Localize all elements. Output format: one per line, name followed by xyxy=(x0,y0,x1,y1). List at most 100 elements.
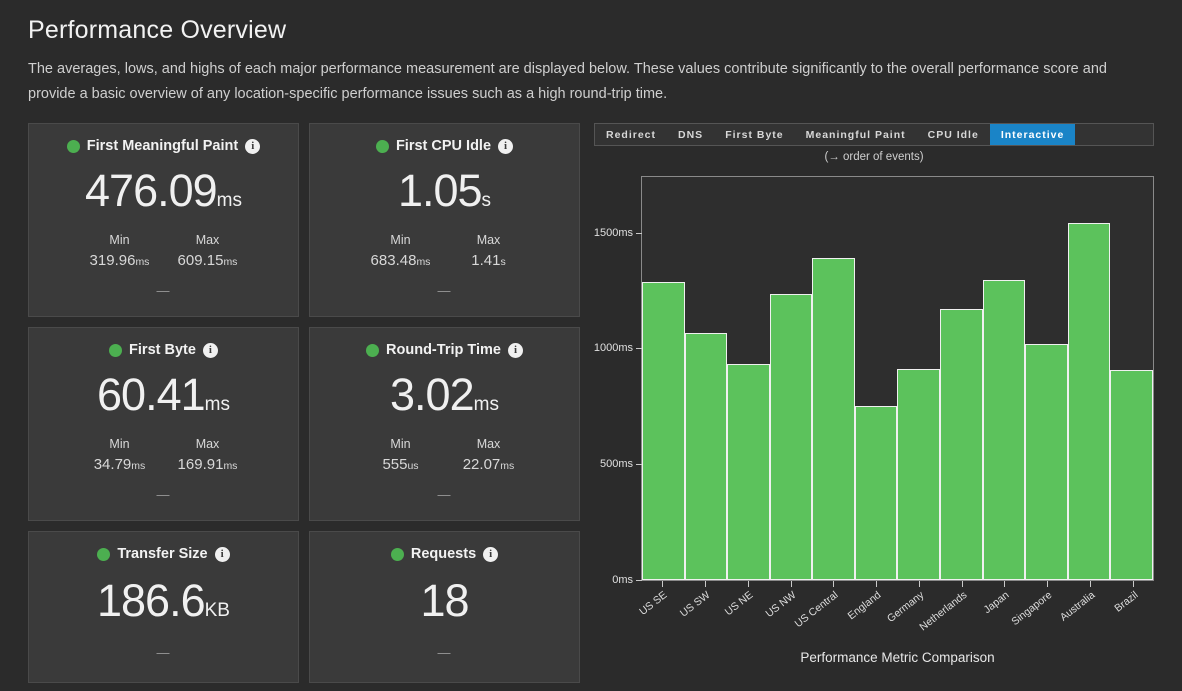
performance-overview-page: Performance Overview The averages, lows,… xyxy=(0,0,1182,683)
metric-card-header: First Byte i xyxy=(39,342,288,358)
info-icon[interactable]: i xyxy=(202,342,218,358)
metric-max-label: Max xyxy=(476,437,501,451)
x-axis-label-text: US SE xyxy=(637,589,670,618)
metric-footer-dash: — xyxy=(156,283,171,298)
metric-min-number: 319.96 xyxy=(89,252,136,269)
chart-tab[interactable]: First Byte xyxy=(714,124,794,145)
page-description: The averages, lows, and highs of each ma… xyxy=(28,61,1107,102)
metric-card: Requests i 18 — xyxy=(309,531,580,683)
chart-tab[interactable]: CPU Idle xyxy=(917,124,990,145)
bar[interactable] xyxy=(1110,369,1153,580)
page-title: Performance Overview xyxy=(28,16,287,44)
info-icon[interactable]: i xyxy=(214,546,230,562)
chart-tab[interactable]: DNS xyxy=(667,124,714,145)
metric-card-title: Round-Trip Time xyxy=(386,342,501,358)
metric-min: Min 683.48ms xyxy=(370,233,432,269)
plot-area: 0ms 500ms 1000ms 1500ms xyxy=(594,176,1154,586)
metric-min-number: 34.79 xyxy=(93,456,132,473)
bar[interactable] xyxy=(897,368,941,580)
x-axis-label-text: US NE xyxy=(722,589,756,619)
bar[interactable] xyxy=(769,293,813,580)
bar[interactable] xyxy=(1067,223,1111,580)
info-icon[interactable]: i xyxy=(507,342,523,358)
bar[interactable] xyxy=(940,308,983,580)
bar-series xyxy=(642,177,1153,580)
metric-min-label: Min xyxy=(390,437,411,451)
status-dot-icon xyxy=(109,343,123,357)
metric-min-label: Min xyxy=(109,437,130,451)
metric-value-number: 1.05 xyxy=(397,165,483,216)
bar[interactable] xyxy=(727,364,770,580)
status-dot-icon xyxy=(366,343,380,357)
chart-tab[interactable]: Interactive xyxy=(989,124,1076,145)
y-axis-tick-label: 1500ms xyxy=(594,227,643,239)
chart-tab[interactable]: Meaningful Paint xyxy=(795,124,917,145)
bar[interactable] xyxy=(982,279,1026,580)
metric-value-number: 476.09 xyxy=(85,165,218,216)
metric-value-unit: KB xyxy=(204,600,230,621)
status-dot-icon xyxy=(66,139,80,153)
metric-min-value: 555us xyxy=(370,456,432,473)
status-dot-icon xyxy=(97,547,111,561)
metric-value-unit: ms xyxy=(473,394,499,415)
x-axis-label: US SE xyxy=(637,587,684,641)
metric-card-header: Round-Trip Time i xyxy=(320,342,569,358)
metric-max-value: 609.15ms xyxy=(177,252,239,269)
metric-minmax: Min 555us Max 22.07ms xyxy=(320,437,569,473)
x-axis-label: Netherlands xyxy=(917,587,983,641)
metric-card: Round-Trip Time i 3.02ms Min 555us Max 22.07ms… xyxy=(309,327,580,521)
metric-max-label: Max xyxy=(476,233,501,247)
metric-card: First CPU Idle i 1.05s Min 683.48ms Max 1.41s — xyxy=(309,123,580,317)
x-axis-label-text: US SW xyxy=(678,589,713,620)
metric-min-unit: us xyxy=(407,460,419,472)
x-axis-label: US NE xyxy=(723,587,770,641)
y-axis-tick-label: 0ms xyxy=(612,574,642,586)
metric-footer-dash: — xyxy=(156,645,171,660)
metric-max-number: 22.07 xyxy=(462,456,501,473)
metric-max-value: 22.07ms xyxy=(458,456,520,473)
chart-tab[interactable]: Redirect xyxy=(595,124,667,145)
metric-max-value: 1.41s xyxy=(458,252,520,269)
bar[interactable] xyxy=(812,257,855,580)
chart-tabbar-subtitle: (→ order of events) xyxy=(824,151,924,163)
chart-tabbar[interactable]: Redirect DNS First Byte Meaningful Paint CPU… xyxy=(594,123,1154,146)
x-axis-label: Brazil xyxy=(1111,587,1154,641)
bar[interactable] xyxy=(684,332,728,580)
info-icon[interactable]: i xyxy=(245,138,261,154)
metric-max: Max 22.07ms xyxy=(458,437,520,473)
metric-value: 60.41ms xyxy=(39,372,288,417)
bar-chart: 0ms 500ms 1000ms 1500ms US SE US SW US NE US N… xyxy=(594,171,1154,671)
metric-max: Max 169.91ms xyxy=(177,437,239,473)
metric-value-unit: ms xyxy=(204,394,230,415)
metric-card: First Byte i 60.41ms Min 34.79ms Max 169.91ms — xyxy=(28,327,299,521)
metric-max-unit: ms xyxy=(223,460,238,472)
metric-card-title: Requests xyxy=(410,546,477,562)
metric-max-number: 1.41 xyxy=(471,252,501,269)
bar[interactable] xyxy=(854,405,898,580)
y-axis-tick-label: 500ms xyxy=(600,458,643,470)
metric-value: 18 xyxy=(320,578,569,623)
metric-card-title: First Meaningful Paint xyxy=(86,138,239,154)
metric-value-unit: s xyxy=(481,190,492,211)
metric-footer-dash: — xyxy=(437,645,452,660)
info-icon[interactable]: i xyxy=(483,546,499,562)
metric-min-unit: ms xyxy=(131,460,146,472)
metric-card-header: First Meaningful Paint i xyxy=(39,138,288,154)
status-dot-icon xyxy=(390,547,404,561)
metric-max: Max 609.15ms xyxy=(177,233,239,269)
metric-min-unit: ms xyxy=(135,256,150,268)
metric-minmax: Min 34.79ms Max 169.91ms xyxy=(39,437,288,473)
bar[interactable] xyxy=(1025,343,1068,580)
info-icon[interactable]: i xyxy=(498,138,514,154)
y-axis-tick-label: 1000ms xyxy=(594,342,643,354)
metric-card-header: First CPU Idle i xyxy=(320,138,569,154)
chart-panel: Redirect DNS First Byte Meaningful Paint CPU… xyxy=(594,123,1154,671)
metric-cards-grid: First Meaningful Paint i 476.09ms Min 319.96… xyxy=(28,123,580,683)
metric-max-number: 169.91 xyxy=(177,456,224,473)
metric-footer-dash: — xyxy=(437,487,452,502)
bar[interactable] xyxy=(642,281,685,580)
status-dot-icon xyxy=(375,139,389,153)
metric-min-number: 555 xyxy=(382,456,408,473)
metric-value: 186.6KB xyxy=(39,578,288,623)
metric-min-label: Min xyxy=(390,233,411,247)
